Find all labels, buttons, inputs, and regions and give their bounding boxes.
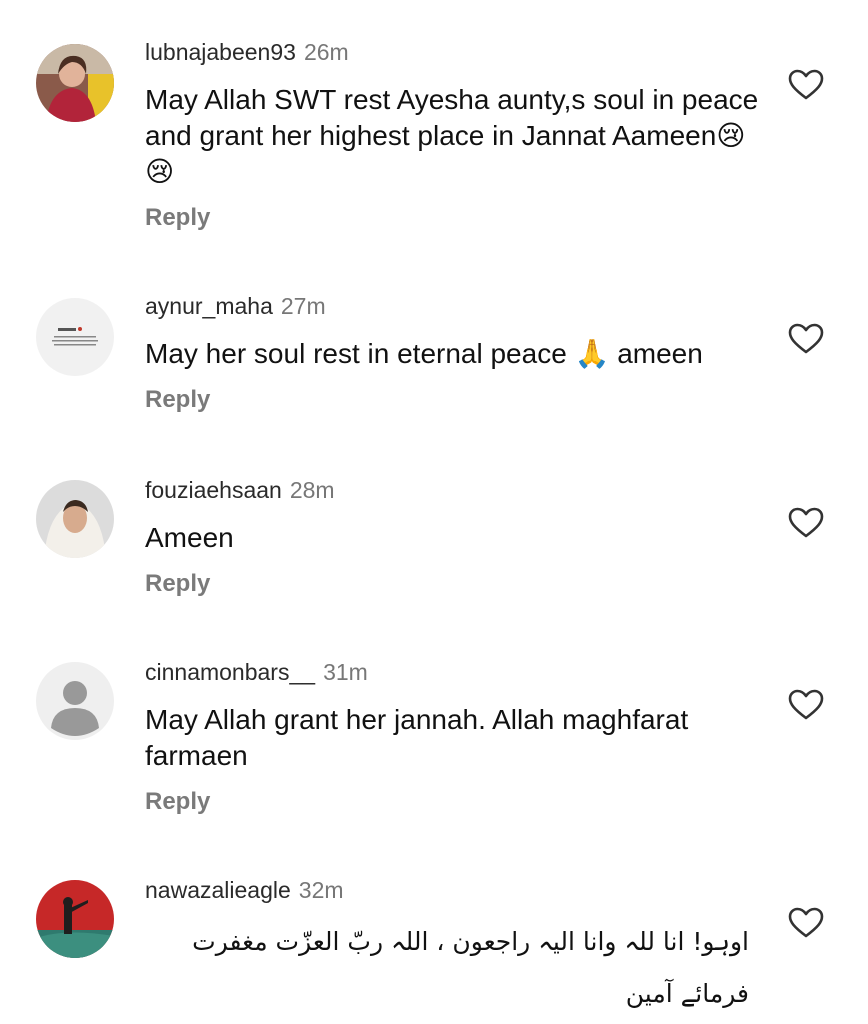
comment-text: May Allah SWT rest Ayesha aunty,s soul i… [145,84,759,187]
reply-button[interactable]: Reply [145,204,210,232]
heart-outline-icon[interactable] [788,323,824,355]
comment-item: aynur_maha 27m May her soul rest in etern… [0,292,868,442]
comment-item: fouziaehsaan 28m Ameen Reply [0,476,868,616]
username[interactable]: lubnajabeen93 [145,39,296,65]
username[interactable]: nawazalieagle [145,877,291,903]
comment-header: nawazalieagle 32m [145,876,344,904]
avatar[interactable] [36,298,114,376]
comment-header: aynur_maha 27m [145,292,326,320]
timestamp: 27m [280,293,326,319]
comment-item: nawazalieagle 32m اوہو! انا للہ وانا الیہ… [0,876,868,1024]
comment-header: cinnamonbars__ 31m [145,658,368,686]
default-avatar-icon[interactable] [36,662,114,740]
username[interactable]: fouziaehsaan [145,477,282,503]
reply-button[interactable]: Reply [145,788,210,816]
timestamp: 28m [289,477,335,503]
reply-button[interactable]: Reply [145,386,210,414]
heart-outline-icon[interactable] [788,69,824,101]
avatar[interactable] [36,480,114,558]
username[interactable]: cinnamonbars__ [145,659,315,685]
comment-item: lubnajabeen93 26m May Allah SWT rest Ayes… [0,38,868,268]
comment-header: lubnajabeen93 26m [145,38,349,66]
comment-header: fouziaehsaan 28m [145,476,335,504]
heart-outline-icon[interactable] [788,907,824,939]
timestamp: 32m [298,877,344,903]
username[interactable]: aynur_maha [145,293,273,319]
comment-text: May her soul rest in eternal peace 🙏 ame… [145,338,703,369]
comment-text: Ameen [145,522,234,553]
reply-button[interactable]: Reply [145,570,210,598]
timestamp: 26m [303,39,349,65]
comment-item: cinnamonbars__ 31m May Allah grant her ja… [0,658,868,828]
comment-text: May Allah grant her jannah. Allah maghfa… [145,704,689,771]
avatar[interactable] [36,880,114,958]
comment-text: اوہو! انا للہ وانا الیہ راجعون ، اللہ رب… [192,927,749,1008]
avatar[interactable] [36,44,114,122]
timestamp: 31m [323,659,368,685]
heart-outline-icon[interactable] [788,507,824,539]
heart-outline-icon[interactable] [788,689,824,721]
